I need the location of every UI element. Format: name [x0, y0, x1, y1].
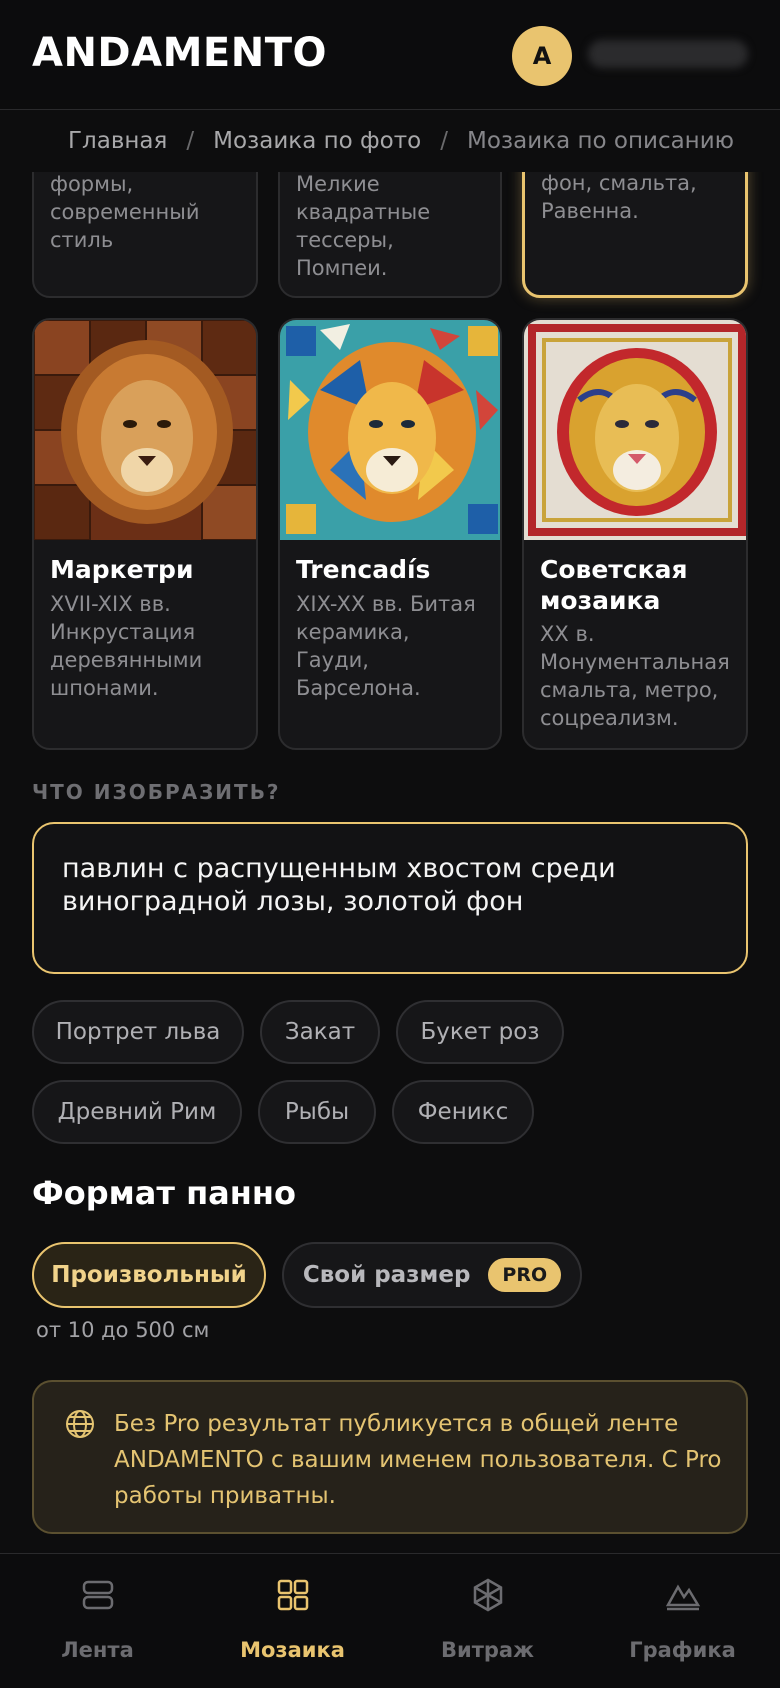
style-card-trencadis[interactable]: Trencadís XIX-XX вв. Битая керамика, Гау…	[278, 318, 502, 750]
format-option-freeform[interactable]: Произвольный	[32, 1242, 266, 1308]
top-header: ANDAMENTO A	[0, 0, 780, 110]
breadcrumb-separator: /	[440, 128, 448, 154]
mountain-icon	[665, 1578, 701, 1616]
nav-label: Мозаика	[240, 1638, 345, 1662]
grid-icon	[276, 1578, 310, 1616]
privacy-notice: Без Pro результат публикуется в общей ле…	[32, 1380, 748, 1534]
breadcrumb-photo-mosaic[interactable]: Мозаика по фото	[213, 128, 421, 154]
suggestion-chip-sunset[interactable]: Закат	[260, 1000, 380, 1064]
format-option-custom-size[interactable]: Свой размер PRO	[282, 1242, 582, 1308]
nav-item-mosaic[interactable]: Мозаика	[195, 1554, 390, 1688]
format-option-label: Произвольный	[51, 1262, 247, 1288]
format-option-label: Свой размер	[302, 1262, 471, 1288]
pro-badge: PRO	[488, 1258, 562, 1292]
nav-label: Лента	[61, 1638, 134, 1662]
style-card-desc: Мелкие квадратные тессеры, Помпеи.	[296, 172, 431, 280]
format-title: Формат панно	[32, 1174, 296, 1212]
format-hint: от 10 до 500 см	[36, 1318, 210, 1342]
suggestion-chip-roses[interactable]: Букет роз	[396, 1000, 564, 1064]
prompt-label: ЧТО ИЗОБРАЗИТЬ?	[32, 780, 281, 804]
style-card-desc: фон, смальта, Равенна.	[541, 171, 697, 223]
nav-item-stained-glass[interactable]: Витраж	[390, 1554, 585, 1688]
marquetry-lion-image	[34, 320, 256, 540]
globe-icon	[64, 1408, 96, 1444]
style-card-desc: XX в. Монументальная смальта, метро, соц…	[540, 622, 730, 730]
nav-label: Графика	[629, 1638, 736, 1662]
feed-icon	[81, 1578, 115, 1616]
style-card-title: Маркетри	[50, 555, 194, 584]
username-blurred	[588, 40, 748, 68]
style-card-desc: XVII-XIX вв. Инкрустация деревянными шпо…	[50, 592, 203, 700]
style-card-title: Советская мозаика	[540, 555, 688, 615]
app-screen: ANDAMENTO A Главная / Мозаика по фото / …	[0, 0, 780, 1688]
style-card-title: Trencadís	[296, 555, 431, 584]
nav-item-graphics[interactable]: Графика	[585, 1554, 780, 1688]
logo[interactable]: ANDAMENTO	[32, 30, 327, 76]
style-card-marquetry[interactable]: Маркетри XVII-XIX вв. Инкрустация деревя…	[32, 318, 258, 750]
suggestion-chip-lion[interactable]: Портрет льва	[32, 1000, 244, 1064]
style-card-soviet[interactable]: Советская мозаика XX в. Монументальная с…	[522, 318, 748, 750]
suggestion-chip-fish[interactable]: Рыбы	[258, 1080, 376, 1144]
breadcrumb-current: Мозаика по описанию	[466, 128, 735, 154]
privacy-notice-text: Без Pro результат публикуется в общей ле…	[114, 1411, 722, 1509]
soviet-lion-image	[524, 320, 746, 540]
breadcrumb-separator: /	[186, 128, 195, 154]
nav-item-feed[interactable]: Лента	[0, 1554, 195, 1688]
stained-glass-icon	[471, 1578, 505, 1616]
suggestion-chip-rome[interactable]: Древний Рим	[32, 1080, 242, 1144]
suggestion-chip-phoenix[interactable]: Феникс	[392, 1080, 534, 1144]
breadcrumb: Главная / Мозаика по фото / Мозаика по о…	[0, 110, 780, 172]
prompt-input[interactable]: павлин с распущенным хвостом среди виног…	[32, 822, 748, 974]
bottom-nav: Лента Мозаика Витраж Графика	[0, 1553, 780, 1688]
style-card-desc: XIX-XX вв. Битая керамика, Гауди, Барсел…	[296, 592, 476, 700]
style-card-desc: формы, современный стиль	[50, 172, 200, 252]
nav-label: Витраж	[441, 1638, 534, 1662]
trencadis-lion-image	[280, 320, 500, 540]
avatar[interactable]: A	[512, 26, 572, 86]
breadcrumb-home[interactable]: Главная	[68, 128, 167, 154]
